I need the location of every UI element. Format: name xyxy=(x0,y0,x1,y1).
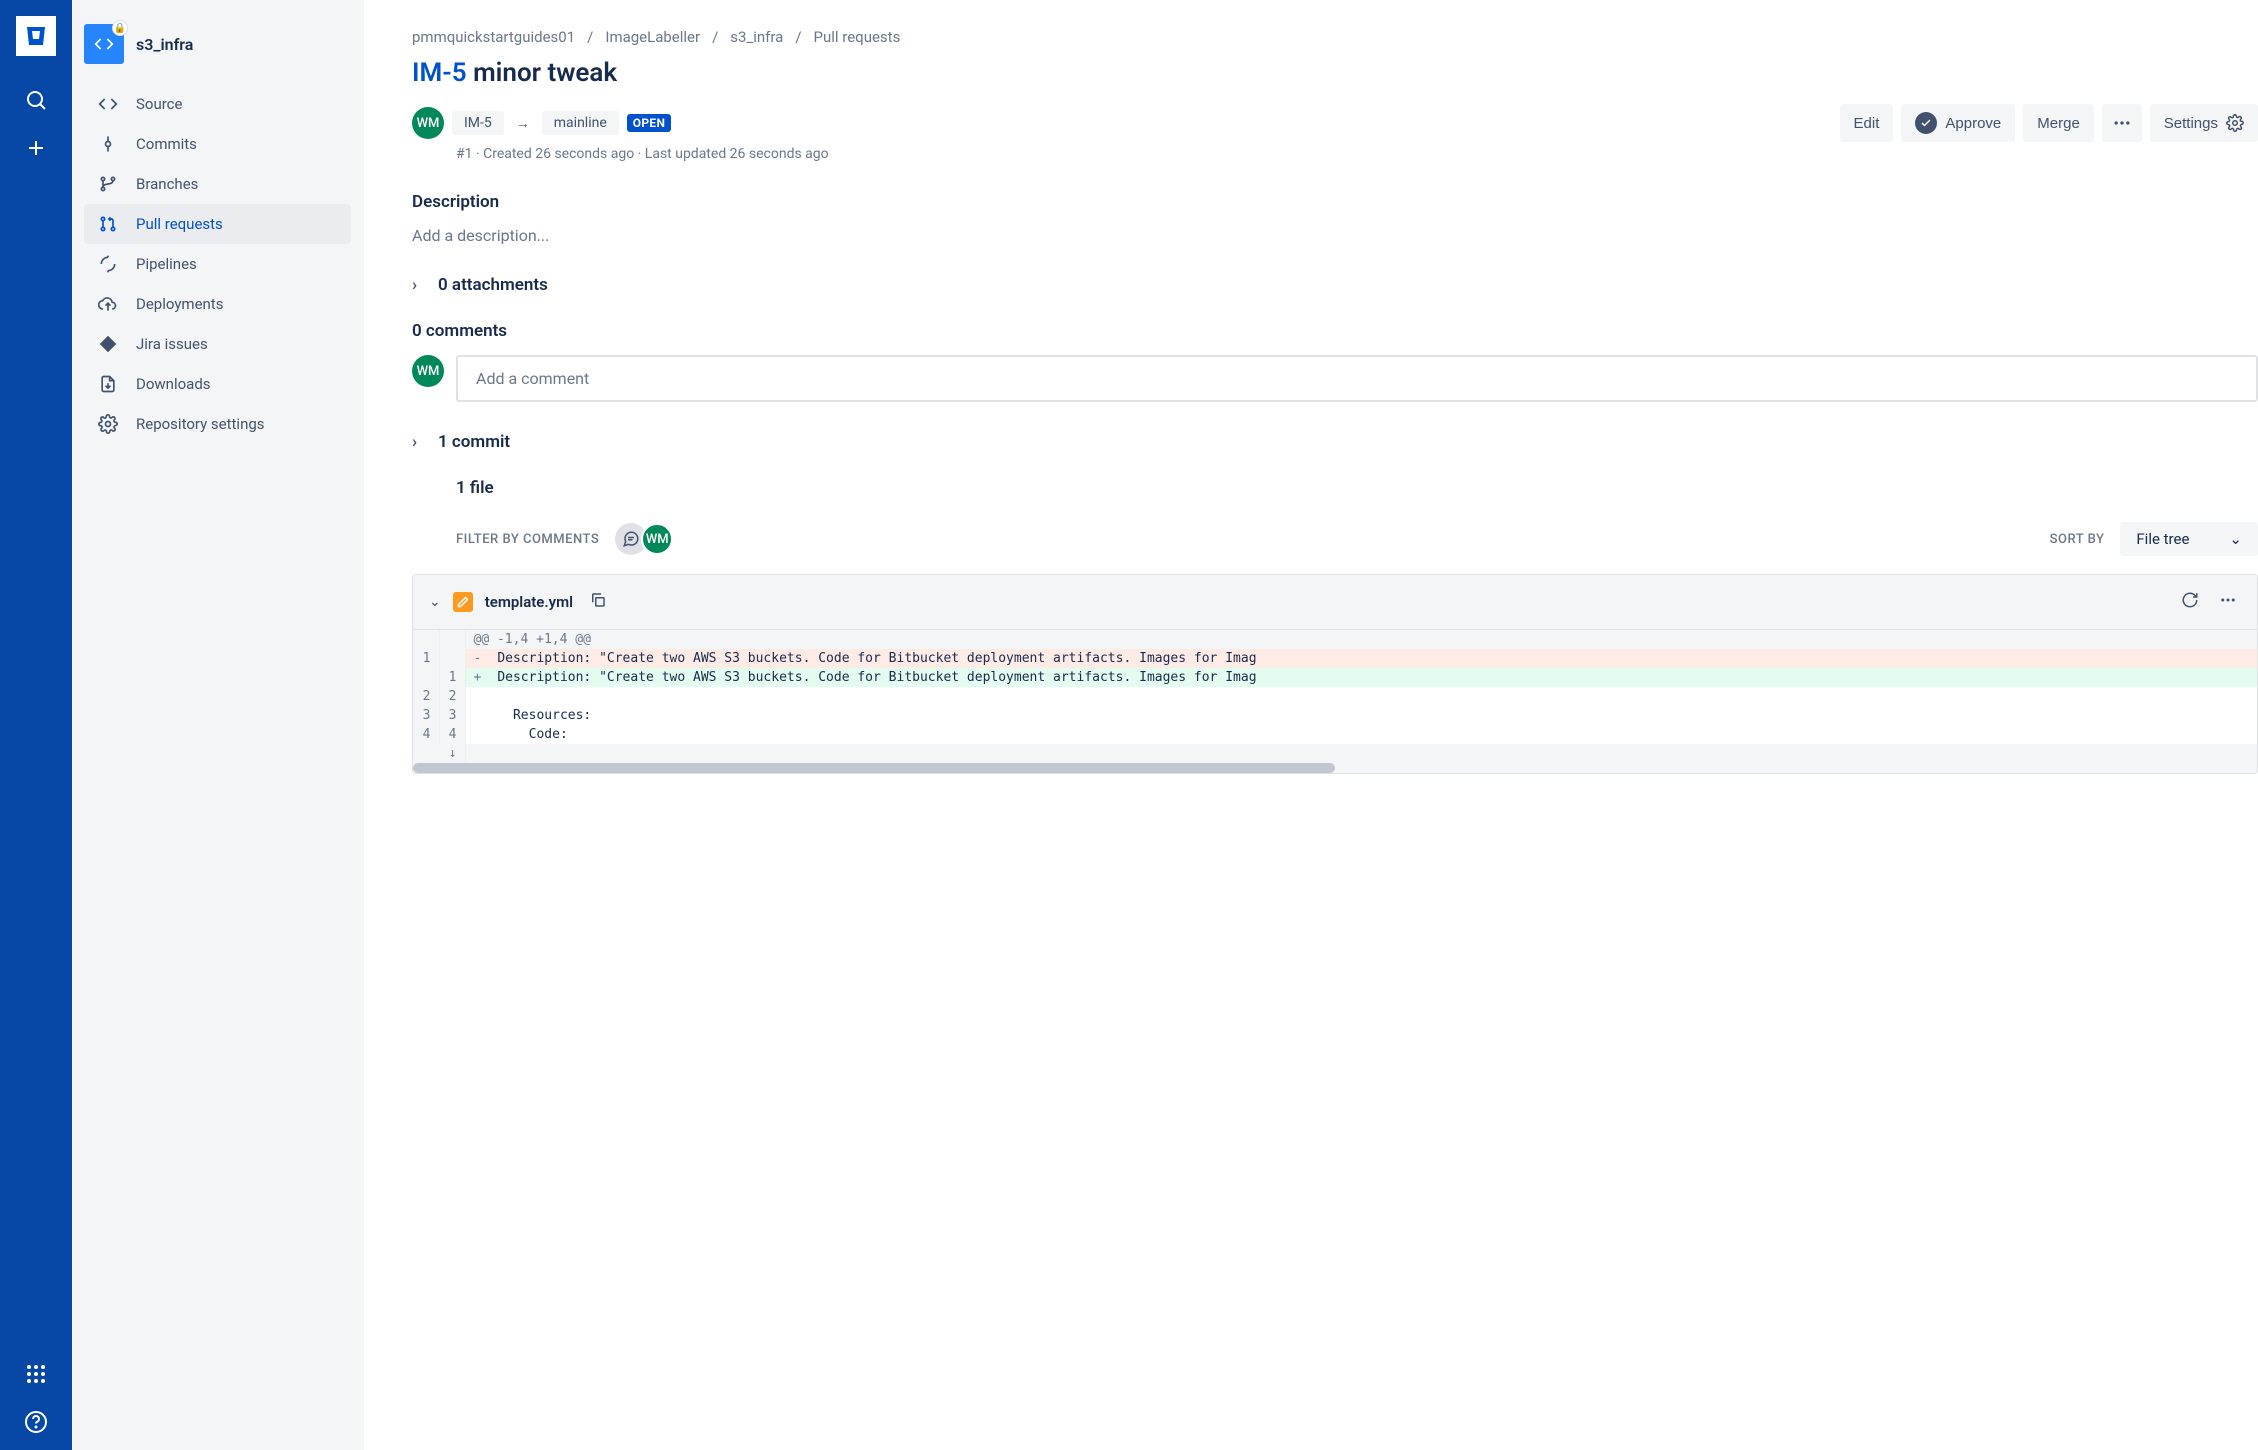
arrow-right-icon: → xyxy=(512,115,534,132)
gear-icon xyxy=(96,414,120,434)
commits-toggle[interactable]: › 1 commit xyxy=(412,432,2258,452)
pr-state-badge: OPEN xyxy=(627,114,671,132)
edit-button[interactable]: Edit xyxy=(1840,104,1894,142)
lock-icon: 🔒 xyxy=(112,20,128,36)
collapse-file-icon[interactable]: ⌄ xyxy=(429,594,441,610)
pr-title: IM-5 minor tweak xyxy=(412,58,2258,88)
repo-name: s3_infra xyxy=(136,35,193,54)
refresh-icon[interactable] xyxy=(2177,587,2203,617)
diff-header: ⌄ template.yml xyxy=(413,575,2257,630)
sidebar-item-label: Source xyxy=(136,95,182,113)
pr-title-text: minor tweak xyxy=(473,58,617,88)
pipelines-icon xyxy=(96,254,120,274)
sidebar-item-pull-requests[interactable]: Pull requests xyxy=(84,204,351,244)
approve-label: Approve xyxy=(1945,115,2001,132)
modified-badge-icon xyxy=(453,592,473,612)
chevron-right-icon: › xyxy=(412,432,428,452)
code-icon xyxy=(96,94,120,114)
file-count: 1 file xyxy=(456,478,2258,498)
sidebar-item-label: Pull requests xyxy=(136,215,223,233)
copy-path-icon[interactable] xyxy=(585,587,611,617)
diff-hunk-header: @@ -1,4 +1,4 @@ xyxy=(465,630,2257,649)
pull-request-icon xyxy=(96,214,120,234)
bitbucket-logo[interactable] xyxy=(16,16,56,56)
comment-input[interactable]: Add a comment xyxy=(456,355,2258,402)
cloud-upload-icon xyxy=(96,294,120,314)
breadcrumb: pmmquickstartguides01/ ImageLabeller/ s3… xyxy=(412,28,2258,46)
sidebar-item-settings[interactable]: Repository settings xyxy=(84,404,351,444)
sidebar-item-commits[interactable]: Commits xyxy=(84,124,351,164)
settings-label: Settings xyxy=(2164,115,2218,132)
sidebar-header: 🔒 s3_infra xyxy=(84,24,351,84)
diff-table: @@ -1,4 +1,4 @@ 1-Description: "Create t… xyxy=(413,630,2257,763)
sidebar-item-label: Deployments xyxy=(136,295,223,313)
global-nav xyxy=(0,0,72,1450)
description-heading: Description xyxy=(412,192,2258,212)
settings-button[interactable]: Settings xyxy=(2150,104,2258,142)
sidebar-item-label: Pipelines xyxy=(136,255,197,273)
expand-diff-icon[interactable]: ↓ xyxy=(413,744,465,763)
source-branch[interactable]: IM-5 xyxy=(452,111,504,135)
file-more-icon[interactable] xyxy=(2215,587,2241,617)
filter-label: FILTER BY COMMENTS xyxy=(456,532,599,547)
breadcrumb-workspace[interactable]: pmmquickstartguides01 xyxy=(412,28,575,46)
sidebar-item-pipelines[interactable]: Pipelines xyxy=(84,244,351,284)
attachments-label: 0 attachments xyxy=(438,275,548,295)
sidebar-item-label: Jira issues xyxy=(136,335,208,353)
sidebar-item-label: Downloads xyxy=(136,375,211,393)
chevron-down-icon: ⌄ xyxy=(2229,530,2242,548)
reviewer-avatar[interactable]: WM xyxy=(641,523,673,555)
diff-line[interactable]: 22 xyxy=(413,687,2257,706)
attachments-toggle[interactable]: › 0 attachments xyxy=(412,275,2258,295)
diff-line[interactable]: 44 Code: xyxy=(413,725,2257,744)
sidebar-item-source[interactable]: Source xyxy=(84,84,351,124)
pr-id-link[interactable]: IM-5 xyxy=(412,58,467,88)
help-icon[interactable] xyxy=(16,1402,56,1442)
pr-meta: WM IM-5 → mainline OPEN Edit Approve Mer… xyxy=(412,104,2258,142)
sort-value: File tree xyxy=(2136,530,2189,548)
diff-filename[interactable]: template.yml xyxy=(485,593,573,611)
horizontal-scrollbar[interactable] xyxy=(413,763,2257,773)
current-user-avatar: WM xyxy=(412,355,444,387)
sidebar-item-downloads[interactable]: Downloads xyxy=(84,364,351,404)
check-circle-icon xyxy=(1915,112,1937,134)
breadcrumb-repo[interactable]: s3_infra xyxy=(730,28,783,46)
pr-meta-sub: #1 · Created 26 seconds ago · Last updat… xyxy=(456,146,2258,162)
author-avatar[interactable]: WM xyxy=(412,107,444,139)
main-content: pmmquickstartguides01/ ImageLabeller/ s3… xyxy=(364,0,2258,1450)
approve-button[interactable]: Approve xyxy=(1901,104,2015,142)
repo-icon: 🔒 xyxy=(84,24,124,64)
sidebar-item-jira[interactable]: Jira issues xyxy=(84,324,351,364)
jira-icon xyxy=(96,334,120,354)
diff-panel: ⌄ template.yml @@ -1,4 +1,4 @@ 1-Descrip… xyxy=(412,574,2258,774)
commits-label: 1 commit xyxy=(438,432,510,452)
download-icon xyxy=(96,374,120,394)
branch-icon xyxy=(96,174,120,194)
comments-heading: 0 comments xyxy=(412,321,2258,341)
sidebar-item-deployments[interactable]: Deployments xyxy=(84,284,351,324)
sidebar-item-label: Branches xyxy=(136,175,198,193)
diff-line[interactable]: 1-Description: "Create two AWS S3 bucket… xyxy=(413,649,2257,668)
merge-button[interactable]: Merge xyxy=(2023,104,2094,142)
sidebar-item-branches[interactable]: Branches xyxy=(84,164,351,204)
repo-sidebar: 🔒 s3_infra Source Commits Branches Pull … xyxy=(72,0,364,1450)
sort-label: SORT BY xyxy=(2050,532,2105,547)
sort-select[interactable]: File tree ⌄ xyxy=(2120,522,2258,556)
search-icon[interactable] xyxy=(16,80,56,120)
target-branch[interactable]: mainline xyxy=(542,111,619,135)
gear-icon xyxy=(2226,114,2244,132)
file-filter-row: FILTER BY COMMENTS WM SORT BY File tree … xyxy=(456,522,2258,556)
create-icon[interactable] xyxy=(16,128,56,168)
chevron-right-icon: › xyxy=(412,275,428,295)
breadcrumb-project[interactable]: ImageLabeller xyxy=(605,28,700,46)
sidebar-item-label: Repository settings xyxy=(136,415,265,433)
description-input[interactable]: Add a description... xyxy=(412,226,2258,245)
breadcrumb-section[interactable]: Pull requests xyxy=(814,28,901,46)
diff-line[interactable]: 1+Description: "Create two AWS S3 bucket… xyxy=(413,668,2257,687)
diff-line[interactable]: 33 Resources: xyxy=(413,706,2257,725)
sidebar-item-label: Commits xyxy=(136,135,197,153)
more-actions-icon[interactable] xyxy=(2102,104,2142,142)
apps-icon[interactable] xyxy=(16,1354,56,1394)
commit-icon xyxy=(96,134,120,154)
